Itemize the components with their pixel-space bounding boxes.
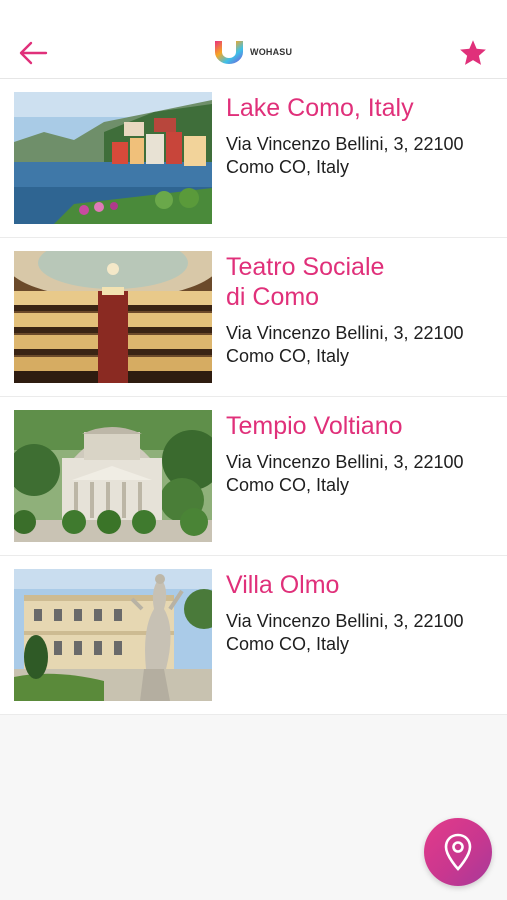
place-title: Teatro Sociale di Como [226, 253, 385, 311]
places-list: Lake Como, Italy Via Vincenzo Bellini, 3… [0, 79, 507, 715]
place-address: Via Vincenzo Bellini, 3, 22100 Como CO, … [226, 134, 464, 177]
app-header: WOHASU [0, 0, 507, 79]
place-card-tempio-voltiano[interactable]: Tempio Voltiano Via Vincenzo Bellini, 3,… [0, 397, 507, 556]
logo-text: WOHASU [250, 47, 293, 57]
map-button[interactable] [424, 818, 492, 886]
place-card-teatro-sociale[interactable]: Teatro Sociale di Como Via Vincenzo Bell… [0, 238, 507, 397]
lake-village-photo [14, 92, 212, 224]
place-card-villa-olmo[interactable]: Villa Olmo Via Vincenzo Bellini, 3, 2210… [0, 556, 507, 715]
place-address: Via Vincenzo Bellini, 3, 22100 Como CO, … [226, 611, 464, 654]
place-title: Lake Como, Italy [226, 94, 414, 122]
app-logo: WOHASU [212, 38, 292, 66]
place-info: Tempio Voltiano Via Vincenzo Bellini, 3,… [226, 411, 495, 497]
place-title: Tempio Voltiano [226, 412, 403, 440]
logo-mark-icon [215, 41, 243, 64]
back-button[interactable] [16, 38, 50, 68]
arrow-left-icon [19, 41, 48, 65]
villa-statue-photo [14, 569, 212, 701]
theatre-interior-photo [14, 251, 212, 383]
place-card-lake-como[interactable]: Lake Como, Italy Via Vincenzo Bellini, 3… [0, 79, 507, 238]
place-address: Via Vincenzo Bellini, 3, 22100 Como CO, … [226, 452, 464, 495]
map-pin-icon [444, 833, 472, 871]
star-icon [460, 40, 486, 65]
place-info: Villa Olmo Via Vincenzo Bellini, 3, 2210… [226, 570, 495, 656]
favorites-button[interactable] [457, 38, 489, 68]
place-info: Teatro Sociale di Como Via Vincenzo Bell… [226, 252, 495, 368]
place-info: Lake Como, Italy Via Vincenzo Bellini, 3… [226, 93, 495, 179]
place-title: Villa Olmo [226, 571, 340, 599]
domed-temple-photo [14, 410, 212, 542]
place-address: Via Vincenzo Bellini, 3, 22100 Como CO, … [226, 323, 464, 366]
